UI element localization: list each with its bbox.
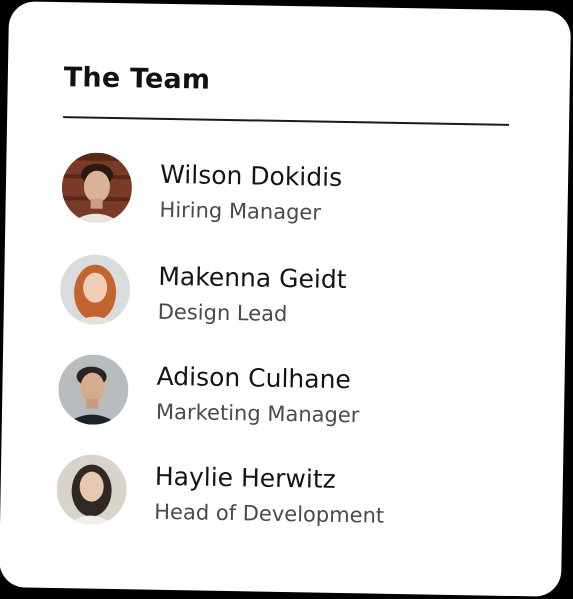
team-card: The Team Wilson Dokidis Hiring Manager M… — [0, 1, 572, 597]
member-role: Design Lead — [157, 299, 288, 327]
team-member-wilson[interactable]: Wilson Dokidis Hiring Manager — [61, 152, 502, 236]
avatar — [56, 454, 128, 526]
member-name: Haylie Herwitz — [154, 461, 337, 494]
team-member-haylie[interactable]: Haylie Herwitz Head of Development — [56, 454, 497, 538]
avatar — [59, 254, 131, 326]
title-divider — [63, 116, 510, 126]
team-member-adison[interactable]: Adison Culhane Marketing Manager — [57, 354, 499, 438]
team-member-makenna[interactable]: Makenna Geidt Design Lead — [59, 254, 500, 338]
avatar — [61, 152, 133, 224]
member-role: Marketing Manager — [155, 399, 360, 428]
member-role: Hiring Manager — [159, 197, 322, 225]
member-name: Makenna Geidt — [158, 261, 347, 295]
member-role: Head of Development — [154, 499, 385, 528]
member-name: Adison Culhane — [156, 361, 352, 395]
card-title: The Team — [63, 62, 211, 96]
member-name: Wilson Dokidis — [159, 159, 343, 192]
avatar — [57, 354, 129, 426]
